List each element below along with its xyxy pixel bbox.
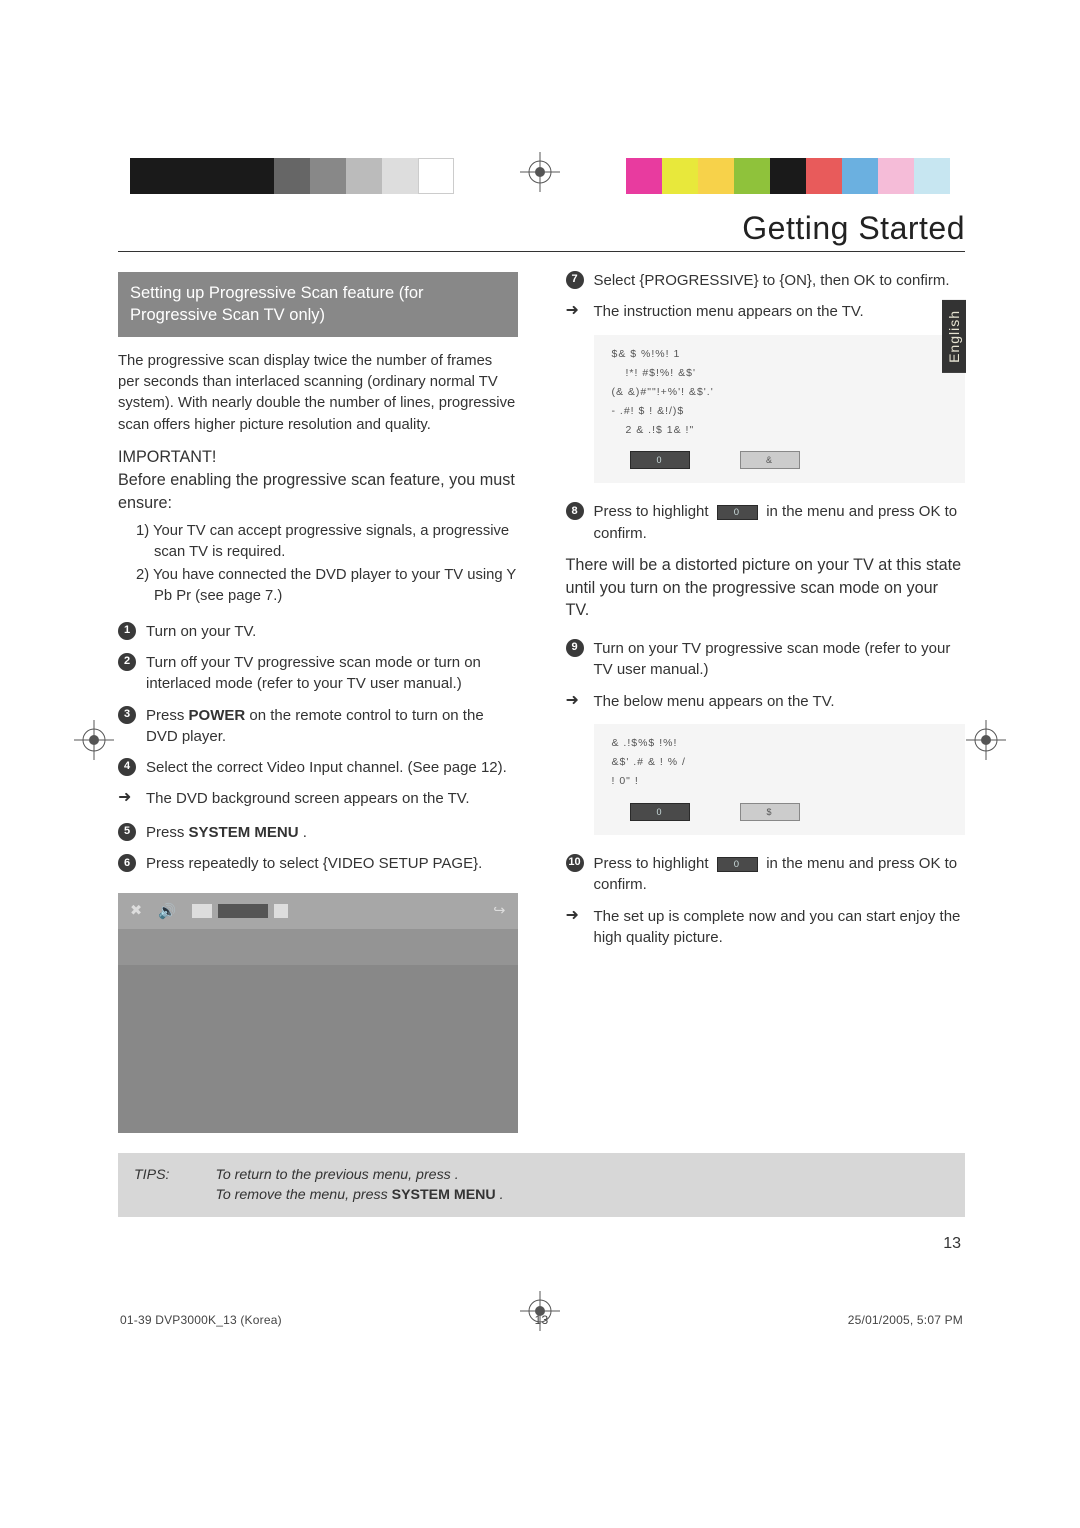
result-arrow-icon: ➜ [566, 300, 584, 323]
step-7: 7 Select {PROGRESSIVE} to {ON}, then OK … [566, 270, 966, 291]
step-number-icon: 8 [566, 502, 584, 520]
tips-body: To return to the previous menu, press . … [215, 1165, 503, 1205]
registration-target-bottom [520, 1291, 560, 1335]
step-number-icon: 5 [118, 823, 136, 841]
tvbox1-ok-button: 0 [630, 451, 690, 469]
tv-instruction-box-1: $& $ %!%! 1 !*! #$!%! &$' (& &)#""!+%'! … [594, 335, 966, 483]
step-4: 4 Select the correct Video Input channel… [118, 757, 518, 778]
section-heading: Setting up Progressive Scan feature (for… [118, 272, 518, 337]
prerequisite-1: 1) Your TV can accept progressive signal… [136, 521, 518, 563]
step-8-note: There will be a distorted picture on you… [566, 554, 966, 622]
step-6: 6 Press repeatedly to select {VIDEO SETU… [118, 853, 518, 874]
step-1: 1 Turn on your TV. [118, 621, 518, 642]
ok-pill-icon: 0 [717, 857, 758, 872]
tv-instruction-box-2: & .!$%$ !%! &$' .# & ! % / ! 0" ! 0 $ [594, 724, 966, 835]
footer-left: 01-39 DVP3000K_13 (Korea) [120, 1313, 401, 1327]
registration-target-right [966, 720, 1006, 764]
tips-box: TIPS: To return to the previous menu, pr… [118, 1153, 965, 1217]
step-text: Press SYSTEM MENU . [146, 822, 518, 843]
step-9-result: ➜ The below menu appears on the TV. [566, 691, 966, 713]
important-label: IMPORTANT! [118, 448, 518, 467]
step-text: Select {PROGRESSIVE} to {ON}, then OK to… [594, 270, 966, 291]
right-column: 7 Select {PROGRESSIVE} to {ON}, then OK … [566, 270, 966, 1133]
intro-paragraph: The progressive scan display twice the n… [118, 351, 518, 437]
mute-icon: ✖ [130, 902, 142, 919]
manual-page: Getting Started English Setting up Progr… [0, 0, 1080, 1377]
step-text: Turn on your TV. [146, 621, 518, 642]
step-text: Turn on your TV progressive scan mode (r… [594, 638, 966, 681]
tvbox1-cancel-button: & [740, 451, 800, 469]
tabs-placeholder [192, 904, 477, 918]
prerequisite-list: 1) Your TV can accept progressive signal… [136, 521, 518, 607]
step-8: 8 Press to highlight 0 in the menu and p… [566, 501, 966, 544]
tvbox2-ok-button: 0 [630, 803, 690, 821]
registration-marks [0, 158, 1080, 213]
step-number-icon: 4 [118, 758, 136, 776]
registration-target-top [520, 152, 560, 192]
step-number-icon: 9 [566, 639, 584, 657]
step-text: Press POWER on the remote control to tur… [146, 705, 518, 748]
step-10: 10 Press to highlight 0 in the menu and … [566, 853, 966, 896]
page-number: 13 [118, 1235, 961, 1253]
ok-pill-icon: 0 [717, 505, 758, 520]
step-3: 3 Press POWER on the remote control to t… [118, 705, 518, 748]
step-5: 5 Press SYSTEM MENU . [118, 822, 518, 843]
result-arrow-icon: ➜ [566, 690, 584, 713]
prerequisite-2: 2) You have connected the DVD player to … [136, 565, 518, 607]
step-number-icon: 3 [118, 706, 136, 724]
step-number-icon: 1 [118, 622, 136, 640]
speaker-icon: 🔊 [158, 902, 176, 920]
title-rule [118, 251, 965, 252]
tips-label: TIPS: [134, 1165, 169, 1205]
color-bar-left [130, 158, 454, 194]
step-2: 2 Turn off your TV progressive scan mode… [118, 652, 518, 695]
color-bar-right [626, 158, 950, 194]
two-column-layout: Setting up Progressive Scan feature (for… [118, 270, 965, 1133]
step-7-result: ➜ The instruction menu appears on the TV… [566, 301, 966, 323]
step-number-icon: 10 [566, 854, 584, 872]
step-4-result: ➜ The DVD background screen appears on t… [118, 788, 518, 810]
step-number-icon: 2 [118, 653, 136, 671]
page-title: Getting Started [118, 210, 965, 251]
step-text: Select the correct Video Input channel. … [146, 757, 518, 778]
step-9: 9 Turn on your TV progressive scan mode … [566, 638, 966, 681]
footer-right: 25/01/2005, 5:07 PM [682, 1313, 963, 1327]
step-number-icon: 6 [118, 854, 136, 872]
step-text: Turn off your TV progressive scan mode o… [146, 652, 518, 695]
crop-mark-tl [80, 6, 120, 46]
result-arrow-icon: ➜ [566, 905, 584, 928]
step-text: Press repeatedly to select {VIDEO SETUP … [146, 853, 518, 874]
registration-target-left [74, 720, 114, 764]
result-arrow-icon: ➜ [118, 787, 136, 810]
language-tab: English [942, 300, 966, 373]
left-column: Setting up Progressive Scan feature (for… [118, 270, 518, 1133]
step-text: Press to highlight 0 in the menu and pre… [594, 853, 966, 896]
important-text: Before enabling the progressive scan fea… [118, 469, 518, 514]
video-setup-screenshot: ✖ 🔊 ↪ [118, 893, 518, 1133]
tvbox2-cancel-button: $ [740, 803, 800, 821]
step-number-icon: 7 [566, 271, 584, 289]
step-text: Press to highlight 0 in the menu and pre… [594, 501, 966, 544]
step-10-result: ➜ The set up is complete now and you can… [566, 906, 966, 949]
exit-icon: ↪ [493, 902, 505, 919]
